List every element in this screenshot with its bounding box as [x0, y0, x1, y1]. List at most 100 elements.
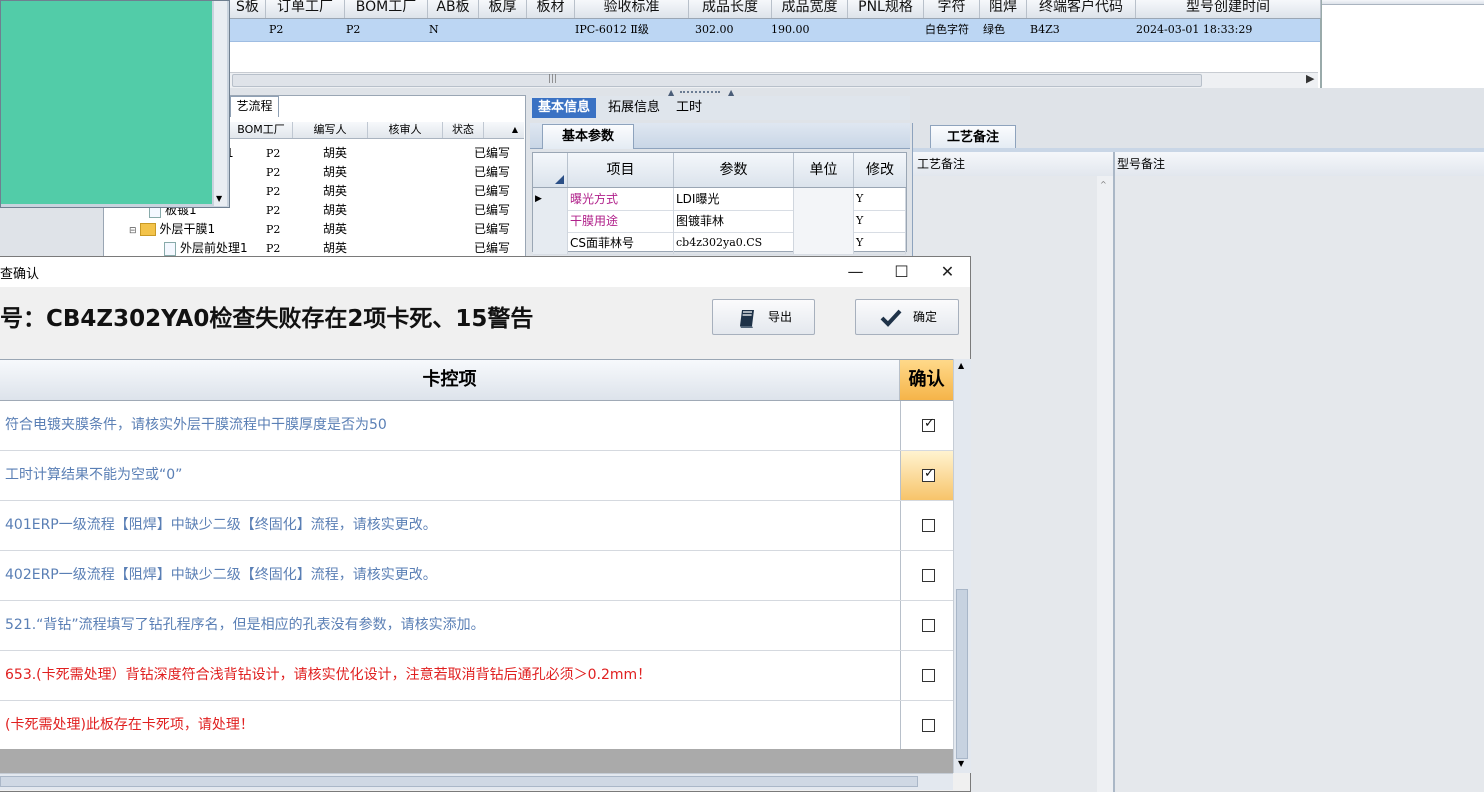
minimize-button[interactable]: —	[833, 257, 878, 287]
dialog-titlebar[interactable]: 查确认 — ☐ ✕	[0, 257, 970, 287]
top-grid-horizontal-scrollbar[interactable]: ||| ▶	[230, 72, 1318, 88]
checkmark-icon	[880, 309, 902, 327]
col-header[interactable]: 字符	[924, 0, 980, 18]
check-item-row[interactable]: 401ERP一级流程【阻焊】中缺少二级【终固化】流程，请核实更改。	[0, 501, 953, 551]
collapse-up-icon[interactable]: ▲	[728, 88, 734, 97]
check-item-row[interactable]: 符合电镀夹膜条件，请核实外层干膜流程中干膜厚度是否为50 ✓	[0, 401, 953, 451]
tab-work-hours[interactable]: 工时	[670, 98, 708, 118]
tree-col-header[interactable]: 编写人	[293, 122, 368, 138]
splitter-grip[interactable]	[680, 91, 720, 97]
params-col-header[interactable]: 参数	[674, 153, 794, 187]
cell-create-time: 2024-03-01 18:33:29	[1136, 23, 1253, 36]
col-header[interactable]: 验收标准	[575, 0, 689, 18]
maximize-button[interactable]: ☐	[879, 257, 924, 287]
col-header-confirm[interactable]: 确认	[900, 360, 953, 400]
params-grid[interactable]: 项目 参数 单位 修改 ▶ 曝光方式 LDI曝光 Y 干膜用途 图镀菲林 Y C…	[532, 152, 907, 255]
confirm-cell[interactable]	[900, 651, 953, 700]
corner-icon	[555, 175, 564, 184]
tree-cell: P2	[266, 220, 280, 239]
close-button[interactable]: ✕	[925, 257, 970, 287]
col-header[interactable]: PNL规格	[848, 0, 924, 18]
confirm-checkbox[interactable]	[922, 669, 935, 682]
confirm-cell[interactable]: ✓	[900, 451, 953, 500]
scroll-up-icon[interactable]: ▲	[958, 361, 964, 370]
check-item-row[interactable]: 402ERP一级流程【阻焊】中缺少二级【终固化】流程，请核实更改。	[0, 551, 953, 601]
export-button[interactable]: 导出	[712, 299, 815, 335]
tab-extended-info[interactable]: 拓展信息	[602, 98, 666, 118]
col-header[interactable]: S板	[230, 0, 266, 18]
file-icon	[164, 241, 176, 256]
col-header[interactable]: 终端客户代码	[1027, 0, 1136, 18]
check-items-grid[interactable]: 卡控项 确认 符合电镀夹膜条件，请核实外层干膜流程中干膜厚度是否为50 ✓ 工时计算…	[0, 359, 953, 772]
tab-process-flow[interactable]: 艺流程	[230, 96, 279, 117]
confirm-checkbox[interactable]: ✓	[922, 417, 935, 432]
params-col-header[interactable]: 单位	[794, 153, 854, 187]
check-item-row[interactable]: (卡死需处理)此板存在卡死项，请处理！	[0, 701, 953, 751]
param-modified: Y	[854, 210, 906, 232]
model-notes-area[interactable]	[1115, 176, 1484, 792]
selected-table-row[interactable]: P2 P2 N IPC-6012 Ⅱ级 302.00 190.00 白色字符 绿…	[230, 19, 1320, 42]
collapse-icon[interactable]: ⊟	[129, 226, 137, 236]
params-row[interactable]: ▶ 曝光方式 LDI曝光 Y	[533, 188, 906, 211]
tree-cell-factory: P2	[266, 204, 281, 217]
grid-vertical-scrollbar[interactable]: ▲ ▼	[953, 359, 971, 773]
collapse-up-icon[interactable]: ▲	[668, 88, 674, 97]
params-row[interactable]: CS面菲林号 cb4z302ya0.CS Y	[533, 232, 906, 255]
check-item-row[interactable]: 工时计算结果不能为空或“0” ✓	[0, 451, 953, 501]
confirm-cell[interactable]	[900, 551, 953, 600]
tab-craft-notes[interactable]: 工艺备注	[930, 125, 1016, 149]
confirm-checkbox[interactable]: ✓	[922, 467, 935, 482]
model-notes-col[interactable]: 型号备注	[1113, 152, 1417, 176]
tree-col-header[interactable]: BOM工厂	[230, 122, 293, 138]
scroll-up-icon[interactable]: ^	[1100, 180, 1107, 189]
scroll-down-icon[interactable]: ▼	[958, 759, 964, 768]
col-header[interactable]: 阻焊	[980, 0, 1027, 18]
scrollbar-thumb[interactable]	[0, 776, 918, 787]
col-header[interactable]: 成品长度	[689, 0, 772, 18]
scrollbar-thumb[interactable]	[956, 589, 968, 759]
confirm-checkbox[interactable]	[922, 619, 935, 632]
params-row[interactable]: 干膜用途 图镀菲林 Y	[533, 210, 906, 233]
confirm-cell[interactable]	[900, 601, 953, 650]
confirm-checkbox[interactable]	[922, 569, 935, 582]
col-header[interactable]: 订单工厂	[266, 0, 345, 18]
tree-col-header[interactable]: 核审人	[368, 122, 443, 138]
params-grid-header: 项目 参数 单位 修改	[533, 153, 906, 188]
confirm-checkbox[interactable]	[922, 519, 935, 532]
craft-notes-scrollbar[interactable]: ^	[1097, 176, 1113, 792]
tab-basic-info[interactable]: 基本信息	[532, 98, 597, 118]
col-header[interactable]: 板厚	[479, 0, 527, 18]
confirm-button[interactable]: 确定	[855, 299, 959, 335]
col-header[interactable]: 板材	[527, 0, 575, 18]
tree-col-header[interactable]: 状态	[443, 122, 484, 138]
params-col-header[interactable]: 项目	[568, 153, 674, 187]
grid-horizontal-scrollbar[interactable]	[0, 773, 953, 790]
col-header[interactable]: 型号创建时间	[1136, 0, 1321, 18]
row-header	[533, 210, 568, 232]
floating-window[interactable]: ▼	[0, 0, 230, 208]
param-value[interactable]: 图镀菲林	[674, 210, 794, 232]
craft-notes-col[interactable]: 工艺备注	[913, 152, 1113, 176]
col-header[interactable]: BOM工厂	[345, 0, 428, 18]
params-col-header[interactable]: 修改	[854, 153, 906, 187]
col-header[interactable]: AB板	[428, 0, 479, 18]
scroll-up-icon[interactable]: ▲	[508, 122, 522, 138]
col-header[interactable]: 成品宽度	[772, 0, 848, 18]
check-item-row[interactable]: 521.“背钻”流程填写了钻孔程序名，但是相应的孔表没有参数，请核实添加。	[0, 601, 953, 651]
tree-header: BOM工厂 编写人 核审人 状态 ▲	[230, 122, 524, 139]
scroll-right-icon[interactable]: ▶	[1306, 72, 1314, 85]
confirm-cell[interactable]	[900, 701, 953, 750]
check-confirm-dialog[interactable]: 查确认 — ☐ ✕ 号：CB4Z302YA0检查失败存在2项卡死、15警告 导出…	[0, 256, 971, 792]
param-value[interactable]: LDI曝光	[674, 188, 794, 210]
scroll-down-icon[interactable]: ▼	[216, 194, 222, 203]
col-header-control-item[interactable]: 卡控项	[0, 360, 900, 400]
tree-item[interactable]: ⊟ 外层干膜1	[129, 220, 215, 239]
check-item-row[interactable]: 653.(卡死需处理）背钻深度符合浅背钻设计，请核实优化设计，注意若取消背钻后通…	[0, 651, 953, 701]
confirm-cell[interactable]: ✓	[900, 401, 953, 450]
param-value[interactable]: cb4z302ya0.CS	[674, 232, 794, 254]
confirm-checkbox[interactable]	[922, 719, 935, 732]
scrollbar-thumb[interactable]	[232, 74, 1202, 87]
confirm-cell[interactable]	[900, 501, 953, 550]
tab-basic-params[interactable]: 基本参数	[542, 124, 634, 149]
floating-window-scrollbar[interactable]: ▼	[214, 1, 227, 206]
